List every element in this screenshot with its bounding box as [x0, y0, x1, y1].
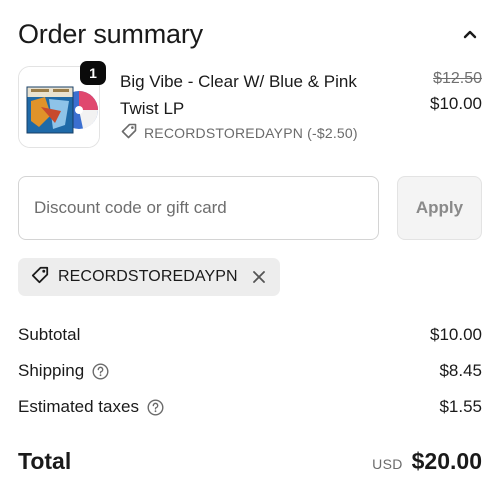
original-price: $12.50 [433, 70, 482, 87]
shipping-row: Shipping $8.45 [18, 358, 482, 384]
taxes-row: Estimated taxes $1.55 [18, 394, 482, 420]
item-discount: RECORDSTOREDAYPN (-$2.50) [120, 122, 358, 143]
subtotal-value: $10.00 [430, 325, 482, 344]
line-item: 1 Big Vibe - Clear W/ Blue & Pink Twist … [18, 61, 482, 154]
applied-code-label: RECORDSTOREDAYPN [58, 268, 238, 285]
shipping-value: $8.45 [439, 361, 482, 380]
close-icon[interactable] [250, 268, 268, 286]
quantity-badge: 1 [80, 61, 106, 85]
discount-code-input[interactable] [18, 176, 379, 240]
page-title: Order summary [18, 18, 203, 49]
shipping-label: Shipping [18, 361, 85, 380]
tag-icon [30, 265, 50, 290]
taxes-value: $1.55 [439, 397, 482, 416]
taxes-label: Estimated taxes [18, 397, 139, 416]
applied-discount-chip: RECORDSTOREDAYPN [18, 258, 280, 296]
chevron-up-icon[interactable] [458, 22, 482, 46]
currency-code: USD [372, 455, 403, 472]
tag-icon [120, 122, 138, 143]
apply-button[interactable]: Apply [397, 176, 482, 240]
question-circle-icon[interactable] [92, 362, 109, 380]
total-value: $20.00 [411, 447, 482, 474]
subtotal-row: Subtotal $10.00 [18, 322, 482, 348]
total-label: Total [18, 447, 72, 474]
question-circle-icon[interactable] [147, 398, 164, 416]
item-discount-label: RECORDSTOREDAYPN (-$2.50) [144, 124, 358, 141]
product-name: Big Vibe - Clear W/ Blue & Pink Twist LP [120, 72, 357, 118]
subtotal-label: Subtotal [18, 325, 81, 344]
order-summary-header: Order summary [18, 14, 482, 54]
item-price: $10.00 [430, 94, 482, 113]
total-row: Total USD $20.00 [18, 444, 482, 478]
